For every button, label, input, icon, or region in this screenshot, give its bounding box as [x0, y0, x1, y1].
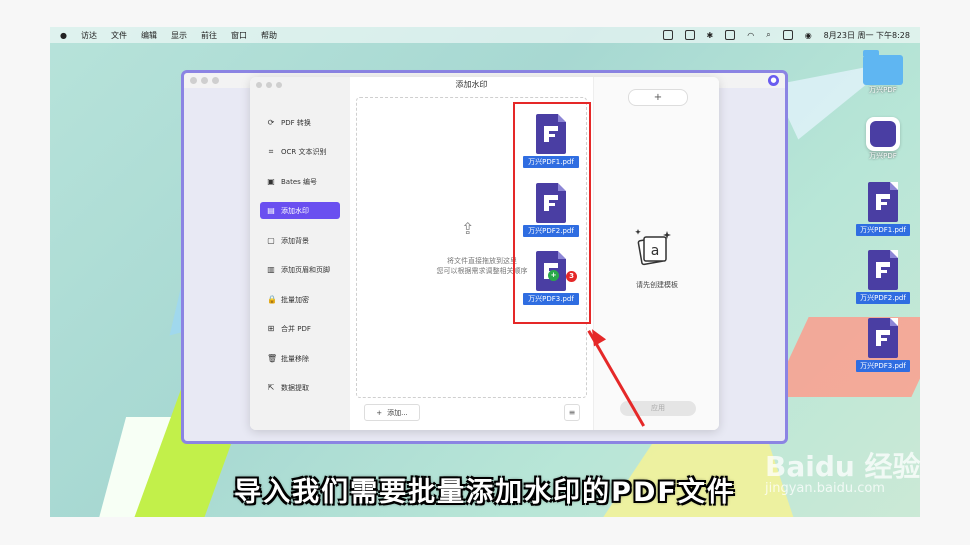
desktop-app[interactable]: 万兴PDF	[858, 117, 908, 161]
menu-item-go[interactable]: 前往	[201, 30, 217, 41]
empty-template-message: 请先创建模板	[636, 281, 678, 289]
plus-icon: +	[376, 408, 383, 417]
minimize-window-button[interactable]	[201, 77, 208, 84]
menu-item-edit[interactable]: 编辑	[141, 30, 157, 41]
sidebar-item-ocr[interactable]: ⌗ OCR 文本识别	[260, 143, 340, 160]
battery-icon[interactable]	[725, 30, 736, 40]
menu-item-finder[interactable]: 访达	[81, 30, 97, 41]
desktop-file[interactable]: 万兴PDF3.pdf	[856, 318, 910, 372]
dialog-minimize-button[interactable]	[266, 82, 272, 88]
desktop-folder[interactable]: 万兴PDF	[858, 50, 908, 95]
wifi-icon[interactable]: ◠	[747, 31, 754, 40]
menu-item-help[interactable]: 帮助	[261, 30, 277, 41]
bluetooth-icon[interactable]: ✱	[707, 31, 714, 40]
tool-sidebar: ⟳ PDF 转换 ⌗ OCR 文本识别 ▣ Bates 编号 ▤ 添加水印 ▢ 添加背景 …	[250, 77, 350, 430]
sidebar-item-extract[interactable]: ⇱ 数据提取	[260, 379, 340, 396]
menu-item-window[interactable]: 窗口	[231, 30, 247, 41]
control-center-icon[interactable]	[782, 30, 793, 40]
user-avatar-icon[interactable]: ●	[768, 75, 779, 86]
siri-icon[interactable]: ◉	[805, 31, 812, 40]
highlight-box	[513, 102, 591, 324]
merge-icon: ⊞	[267, 323, 275, 333]
menubar-clock[interactable]: 8月23日 周一 下午8:28	[824, 30, 910, 41]
add-files-button[interactable]: + 添加...	[364, 404, 420, 421]
header-footer-icon: ▥	[267, 264, 275, 274]
status-app-icon[interactable]	[662, 30, 673, 40]
menu-icon: ≡	[568, 408, 576, 417]
pdf-file-icon	[868, 250, 898, 290]
apple-menu-icon[interactable]: ●	[60, 31, 67, 40]
lock-icon: 🔒	[267, 294, 277, 304]
desktop-file[interactable]: 万兴PDF1.pdf	[856, 182, 910, 236]
input-method-icon[interactable]	[684, 30, 695, 40]
zoom-window-button[interactable]	[212, 77, 219, 84]
sidebar-item-encrypt[interactable]: 🔒 批量加密	[260, 291, 340, 308]
upload-icon: ⇪	[461, 219, 475, 238]
wondershare-app-icon	[866, 117, 900, 151]
template-panel: + a 请先创建模板 应用	[593, 77, 719, 430]
menu-item-file[interactable]: 文件	[111, 30, 127, 41]
convert-icon: ⟳	[267, 117, 275, 127]
sidebar-item-bates[interactable]: ▣ Bates 编号	[260, 173, 340, 190]
trash-icon: 🗑	[267, 353, 278, 363]
pdf-file-icon	[868, 182, 898, 222]
dialog-zoom-button[interactable]	[276, 82, 282, 88]
sidebar-item-header-footer[interactable]: ▥ 添加页眉和页脚	[260, 261, 340, 278]
ocr-icon: ⌗	[268, 146, 274, 156]
dialog-title: 添加水印	[455, 80, 488, 89]
sidebar-item-merge[interactable]: ⊞ 合并 PDF	[260, 320, 340, 337]
create-template-button[interactable]: +	[628, 89, 688, 106]
close-window-button[interactable]	[190, 77, 197, 84]
background-icon: ▢	[267, 235, 275, 245]
search-icon[interactable]: ⌕	[766, 30, 770, 40]
list-menu-button[interactable]: ≡	[564, 404, 580, 421]
sidebar-item-background[interactable]: ▢ 添加背景	[260, 232, 340, 249]
sidebar-item-remove[interactable]: 🗑 批量移除	[260, 350, 340, 367]
pdf-file-icon	[868, 318, 898, 358]
dialog-close-button[interactable]	[256, 82, 262, 88]
desktop-file[interactable]: 万兴PDF2.pdf	[856, 250, 910, 304]
watermark-template-icon: a	[635, 229, 671, 266]
svg-text:a: a	[651, 243, 660, 259]
menu-item-view[interactable]: 显示	[171, 30, 187, 41]
menu-bar: ● 访达 文件 编辑 显示 前往 窗口 帮助 ✱ ◠ ⌕ ◉ 8月23日 周一 …	[50, 27, 920, 43]
folder-icon	[863, 50, 903, 85]
batch-watermark-dialog: ⟳ PDF 转换 ⌗ OCR 文本识别 ▣ Bates 编号 ▤ 添加水印 ▢ 添加背景 …	[250, 77, 719, 430]
video-caption: 导入我们需要批量添加水印的PDF文件	[234, 477, 736, 508]
sidebar-item-watermark[interactable]: ▤ 添加水印	[260, 202, 340, 219]
watermark-icon: ▤	[267, 205, 275, 215]
bates-icon: ▣	[267, 176, 275, 186]
sidebar-item-pdf-convert[interactable]: ⟳ PDF 转换	[260, 114, 340, 131]
extract-icon: ⇱	[267, 382, 275, 392]
